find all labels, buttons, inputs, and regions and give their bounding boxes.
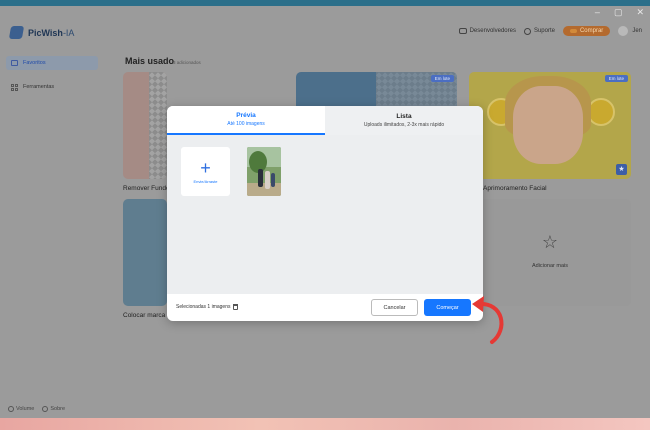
app-name: PicWish-IA — [28, 27, 75, 38]
crown-icon — [569, 29, 577, 33]
add-star-icon: ☆ — [541, 232, 559, 252]
developers-label: Desenvolvedores — [469, 28, 516, 34]
selection-count: Selecionadas 1 imagens — [176, 304, 231, 310]
start-button[interactable]: Começar — [424, 299, 471, 316]
image-canvas: + Envie/Arraste — [167, 135, 483, 294]
volume-icon — [8, 406, 14, 412]
logo-icon — [8, 26, 25, 39]
support-link[interactable]: Suporte — [523, 27, 555, 35]
tab-title: Prévia — [236, 112, 256, 119]
tool-card-remove-background[interactable] — [123, 72, 167, 179]
image-thumbnail[interactable] — [247, 147, 281, 196]
buy-label: Comprar — [579, 28, 604, 34]
sidebar-footer: Volume Sobre — [8, 406, 65, 412]
lemon-image — [587, 98, 615, 126]
dialog-footer: Selecionadas 1 imagens Cancelar Começar — [167, 294, 483, 321]
favorite-star-icon[interactable]: ★ — [616, 164, 627, 175]
upload-tile[interactable]: + Envie/Arraste — [181, 147, 230, 196]
batch-badge: Em lote — [430, 75, 454, 82]
batch-badge: Em lote — [604, 75, 628, 82]
buy-button[interactable]: Comprar — [562, 26, 611, 36]
portrait-face — [513, 86, 583, 164]
user-name: Jen — [632, 28, 642, 34]
app-header: PicWish-IA Desenvolvedores Suporte Compr… — [0, 18, 650, 48]
thumbnail-ground — [247, 183, 281, 196]
minimize-button[interactable]: – — [595, 6, 600, 18]
about-button[interactable]: Sobre — [42, 406, 65, 412]
help-icon — [523, 27, 531, 35]
star-icon — [11, 60, 18, 66]
app-logo: PicWish-IA — [8, 26, 75, 39]
tab-subtitle: Uploads ilimitados, 2-3x mais rápido — [363, 122, 445, 128]
sidebar-item-favorites[interactable]: Favoritos — [6, 56, 98, 70]
add-more-card[interactable]: ☆ Adicionar mais — [469, 199, 631, 306]
close-button[interactable]: ✕ — [636, 6, 644, 18]
tab-subtitle: Até 100 imagens — [227, 121, 265, 127]
tool-card-face-enhance[interactable]: Em lote ★ — [469, 72, 631, 179]
tool-card-label: Colocar marca — [123, 312, 166, 319]
tool-card-watermark[interactable] — [123, 199, 167, 306]
thumbnail-person — [265, 171, 270, 189]
section-count: 3 adicionados — [173, 60, 201, 65]
tool-card-label: Aprimoramento Facial — [483, 185, 547, 192]
plus-icon: + — [200, 157, 211, 178]
tab-list[interactable]: Lista Uploads ilimitados, 2-3x mais rápi… — [325, 106, 483, 135]
red-arrow-annotation — [472, 296, 504, 344]
support-label: Suporte — [533, 28, 555, 34]
sidebar-item-tools[interactable]: Ferramentas — [6, 80, 98, 94]
desktop-bottom-strip — [0, 418, 650, 430]
transparency-pattern — [149, 72, 167, 179]
sidebar-item-label: Ferramentas — [23, 84, 55, 90]
thumbnail-person — [258, 169, 263, 187]
user-menu[interactable]: Jen — [618, 26, 642, 36]
mode-tabs: Prévia Até 100 imagens Lista Uploads ili… — [167, 106, 483, 135]
tool-card-label: Remover Fundo — [123, 185, 170, 192]
section-title: Mais usado — [125, 56, 175, 66]
add-more-label: Adicionar mais — [531, 263, 569, 269]
grid-icon — [11, 84, 18, 91]
upload-tile-label: Envie/Arraste — [193, 178, 218, 184]
cancel-button[interactable]: Cancelar — [371, 299, 418, 316]
sidebar: Favoritos Ferramentas Volume Sobre — [0, 48, 102, 418]
window-controls: – ▢ ✕ — [595, 6, 644, 18]
thumbnail-person — [271, 173, 275, 187]
trash-icon[interactable] — [233, 304, 239, 310]
volume-button[interactable]: Volume — [8, 406, 34, 412]
info-icon — [42, 406, 49, 412]
tab-preview[interactable]: Prévia Até 100 imagens — [167, 106, 325, 135]
titlebar: – ▢ ✕ — [0, 6, 650, 18]
code-icon — [458, 28, 467, 34]
header-actions: Desenvolvedores Suporte Comprar Jen — [458, 26, 642, 36]
developers-link[interactable]: Desenvolvedores — [458, 28, 516, 34]
upload-dialog: Prévia Até 100 imagens Lista Uploads ili… — [167, 106, 483, 321]
maximize-button[interactable]: ▢ — [614, 6, 623, 18]
selection-info: Selecionadas 1 imagens — [176, 304, 239, 310]
avatar — [618, 26, 629, 36]
sidebar-item-label: Favoritos — [23, 60, 46, 66]
tab-title: Lista — [396, 113, 412, 120]
